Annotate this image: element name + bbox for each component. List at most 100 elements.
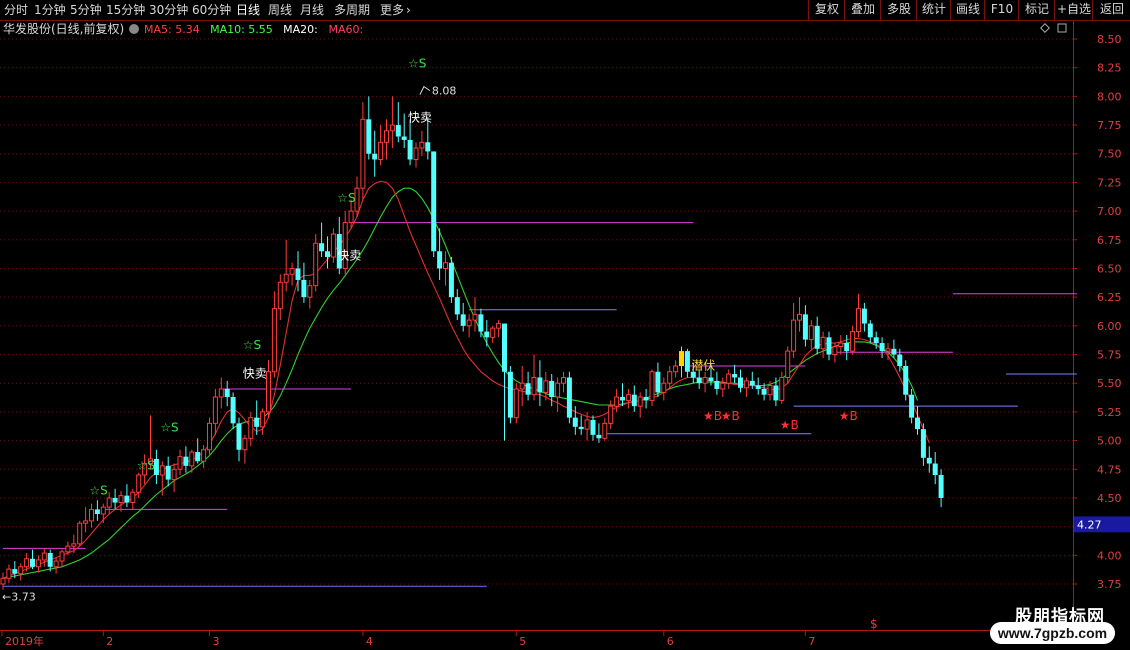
candle-body [490,327,496,338]
add-watchlist-button[interactable]: +自选 [1054,0,1093,20]
candle-body [106,497,112,508]
kline-chart[interactable]: 华发股份(日线,前复权) MA5: 5.34 MA10: 5.55 MA20: MA6… [0,21,1130,650]
tab-60min[interactable]: 60分钟 [192,1,231,19]
fuquan-button[interactable]: 复权 [808,0,845,20]
overlay-button[interactable]: 叠加 [844,0,881,20]
candle-body [413,147,419,160]
mark-button[interactable]: 标记 [1018,0,1055,20]
candle-body [307,285,313,298]
candle-body [53,560,59,568]
candle-body [407,139,413,160]
candle-body [808,325,814,341]
candle-body [920,429,926,458]
signal-label: ☆S [337,191,355,205]
candle-body [431,151,437,252]
candle-body [897,354,903,366]
signal-label: ☆S [89,484,107,498]
candle-body [254,417,260,427]
candle-body [201,449,207,462]
candle-body [319,243,325,252]
candle-body [437,251,443,269]
multi-stock-button[interactable]: 多股 [880,0,917,20]
candle-body [584,419,590,430]
ma20-readout: MA20: [283,23,318,36]
x-tick-label: 4 [366,635,373,648]
tab-more[interactable]: 更多 › [380,1,411,19]
signal-label: ☆S [243,338,261,352]
candle-body [655,371,661,393]
candle-body [6,568,12,579]
candle-body [879,343,885,352]
candle-body [224,388,230,397]
candle-body [384,130,389,143]
candle-body [454,297,460,315]
candle-body [112,497,118,503]
candle-body [266,371,271,413]
candle-body [283,273,289,283]
candle-body [625,394,631,401]
tab-1min[interactable]: 1分钟 [34,1,66,19]
candle-body [248,417,254,439]
tab-5min[interactable]: 5分钟 [70,1,102,19]
candle-body [65,545,71,553]
candle-body [779,376,785,401]
signal-label: ★B [839,409,858,423]
statistics-button[interactable]: 统计 [916,0,951,20]
candle-body [726,373,732,384]
tab-monthly[interactable]: 月线 [300,1,324,19]
candle-body [743,380,749,389]
y-tick-label: 5.75 [1097,349,1122,362]
candle-body [608,405,614,424]
candle-body [926,457,932,464]
y-tick-label: 4.75 [1097,463,1122,476]
back-button[interactable]: 返回 [1092,0,1130,20]
tab-15min[interactable]: 15分钟 [106,1,145,19]
tab-30min[interactable]: 30分钟 [149,1,188,19]
candle-body [767,385,773,396]
candle-body [602,422,608,439]
candle-body [94,509,100,515]
tab-daily[interactable]: 日线 [236,1,260,19]
candle-body [159,465,165,476]
candle-body [596,434,602,439]
tab-fenshi[interactable]: 分时 [4,1,28,19]
candle-body [443,262,448,269]
candle-body [856,308,861,333]
candle-body [136,474,142,493]
candle-body [891,348,897,355]
candle-body [12,569,18,574]
candle-body [791,319,797,352]
candle-body [643,396,649,401]
candle-body [360,118,366,189]
candle-body [637,396,643,407]
candle-body [714,380,720,389]
signal-label: ☆S [408,57,426,71]
x-tick-label: 5 [519,635,526,648]
candle-body [242,437,248,451]
candle-body [218,388,224,398]
tab-multi-period[interactable]: 多周期 [334,1,370,19]
y-tick-label: 6.25 [1097,291,1122,304]
candle-body [844,343,850,352]
candle-body [903,366,909,395]
candle-body [555,382,561,398]
candle-body [89,508,94,522]
ma60-readout: MA60: [329,23,364,36]
signal-label: 潜伏 [691,358,715,372]
draw-line-button[interactable]: 画线 [950,0,985,20]
y-tick-label: 6.00 [1097,320,1122,333]
f10-button[interactable]: F10 [984,0,1019,20]
candle-body [348,210,354,224]
candle-body [850,331,856,352]
candle-body [124,495,130,503]
candle-body [873,337,879,344]
candle-body [749,380,755,386]
candle-body [313,242,319,287]
candle-body [419,141,425,149]
tab-weekly[interactable]: 周线 [268,1,292,19]
candle-body [35,559,41,568]
y-tick-label: 3.75 [1097,578,1122,591]
x-tick-label: 2019年 [5,634,44,648]
candle-body [561,376,566,384]
candle-body [0,577,6,585]
